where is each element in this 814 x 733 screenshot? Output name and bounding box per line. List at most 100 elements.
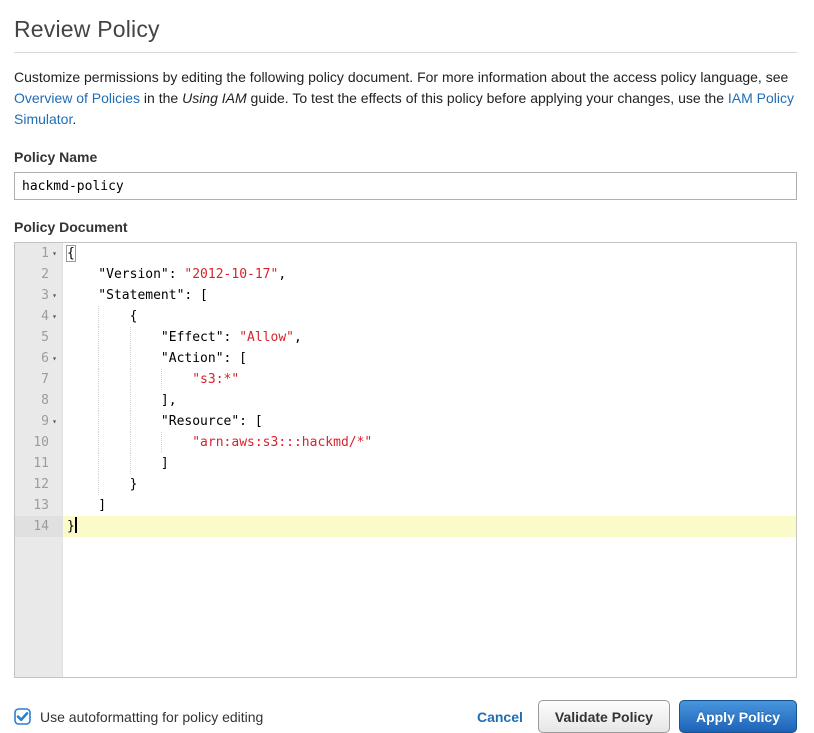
page-title: Review Policy [14,16,797,43]
indent-guide [130,390,131,411]
code-line-13[interactable]: ] [63,495,796,516]
gutter-line-12: 12 [15,474,62,495]
code-line-10[interactable]: "arn:aws:s3:::hackmd/*" [63,432,796,453]
using-iam-guide-name: Using IAM [182,90,247,106]
line-number: 5 [41,327,49,348]
json-code-text: "Statement": [ [67,288,208,303]
json-string-value: "arn:aws:s3:::hackmd/*" [192,435,372,450]
gutter-line-13: 13 [15,495,62,516]
code-line-7[interactable]: "s3:*" [63,369,796,390]
indent-guide [130,348,131,369]
footer-bar: Use autoformatting for policy editing Ca… [14,700,797,733]
gutter-line-6[interactable]: 6▾ [15,348,62,369]
autoformat-checkbox[interactable] [14,708,31,725]
apply-policy-button[interactable]: Apply Policy [679,700,797,733]
json-code-text: ] [67,498,106,513]
code-line-8[interactable]: ], [63,390,796,411]
policy-editor[interactable]: 1▾23▾4▾56▾789▾1011121314 { "Version": "2… [14,242,797,678]
cancel-link[interactable]: Cancel [477,709,523,725]
code-line-4[interactable]: { [63,306,796,327]
json-string-value: "2012-10-17" [184,267,278,282]
autoformat-checkbox-label: Use autoformatting for policy editing [40,709,263,725]
json-string-value: "Allow" [239,330,294,345]
gutter-line-4[interactable]: 4▾ [15,306,62,327]
line-number: 6 [41,348,49,369]
json-code-text: ], [67,393,177,408]
intro-text: guide. To test the effects of this polic… [247,90,728,106]
json-code-text: { [67,309,137,324]
indent-guide [130,327,131,348]
line-number: 13 [33,495,49,516]
validate-policy-button[interactable]: Validate Policy [538,700,670,733]
gutter-line-8: 8 [15,390,62,411]
fold-arrow-icon[interactable]: ▾ [49,411,60,432]
code-line-1[interactable]: { [63,243,796,264]
code-line-5[interactable]: "Effect": "Allow", [63,327,796,348]
json-code-text: , [278,267,286,282]
fold-arrow-icon[interactable]: ▾ [49,243,60,264]
line-number: 11 [33,453,49,474]
json-code-text: , [294,330,302,345]
json-code-text: } [67,519,75,534]
line-number: 8 [41,390,49,411]
indent-guide [98,411,99,432]
code-line-9[interactable]: "Resource": [ [63,411,796,432]
line-number: 14 [33,516,49,537]
indent-guide [98,474,99,495]
code-line-11[interactable]: ] [63,453,796,474]
fold-arrow-icon[interactable]: ▾ [49,348,60,369]
intro-text: . [72,111,76,127]
line-number: 9 [41,411,49,432]
gutter-line-2: 2 [15,264,62,285]
gutter-line-1[interactable]: 1▾ [15,243,62,264]
fold-arrow-icon[interactable]: ▾ [49,285,60,306]
review-policy-page: Review Policy Customize permissions by e… [0,0,814,733]
intro-text: in the [140,90,182,106]
gutter-line-11: 11 [15,453,62,474]
intro-text: Customize permissions by editing the fol… [14,69,788,85]
gutter-line-9[interactable]: 9▾ [15,411,62,432]
indent-guide [98,432,99,453]
line-number: 3 [41,285,49,306]
json-code-text: "Resource": [ [67,414,263,429]
code-line-6[interactable]: "Action": [ [63,348,796,369]
line-number: 4 [41,306,49,327]
code-line-12[interactable]: } [63,474,796,495]
code-line-3[interactable]: "Statement": [ [63,285,796,306]
gutter-line-7: 7 [15,369,62,390]
code-line-2[interactable]: "Version": "2012-10-17", [63,264,796,285]
json-code-text: "Action": [ [67,351,247,366]
indent-guide [130,369,131,390]
gutter-line-10: 10 [15,432,62,453]
indent-guide [98,306,99,327]
policy-name-input[interactable] [14,172,797,200]
footer-actions: Cancel Validate Policy Apply Policy [477,700,797,733]
intro-paragraph: Customize permissions by editing the fol… [14,67,797,130]
line-number: 10 [33,432,49,453]
json-code-text: "Effect": [67,330,239,345]
text-cursor [75,517,77,533]
code-line-14[interactable]: } [63,516,796,537]
indent-guide [130,432,131,453]
title-divider [14,52,797,53]
line-number: 2 [41,264,49,285]
json-code-text: ] [67,456,169,471]
policy-name-label: Policy Name [14,149,797,165]
editor-code[interactable]: { "Version": "2012-10-17", "Statement": … [63,243,796,677]
indent-guide [98,453,99,474]
autoformat-checkbox-row[interactable]: Use autoformatting for policy editing [14,708,263,725]
indent-guide [130,411,131,432]
indent-guide [98,390,99,411]
overview-of-policies-link[interactable]: Overview of Policies [14,90,140,106]
indent-guide [98,327,99,348]
indent-guide [98,348,99,369]
line-number: 7 [41,369,49,390]
indent-guide [161,432,162,453]
gutter-line-3[interactable]: 3▾ [15,285,62,306]
indent-guide [161,369,162,390]
editor-gutter: 1▾23▾4▾56▾789▾1011121314 [15,243,63,677]
json-code-text: "Version": [67,267,184,282]
fold-arrow-icon[interactable]: ▾ [49,306,60,327]
indent-guide [98,369,99,390]
json-code-text: { [67,246,75,261]
